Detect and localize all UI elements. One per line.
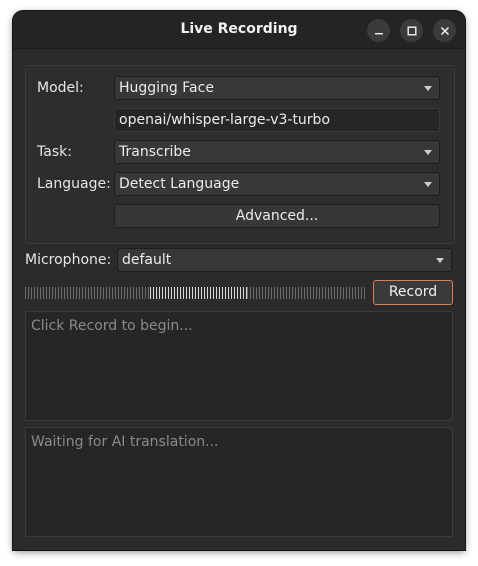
microphone-label: Microphone: (25, 252, 112, 268)
model-combobox[interactable]: Hugging Face (114, 76, 440, 100)
microphone-combobox[interactable]: default (117, 248, 452, 272)
minimize-button[interactable] (367, 19, 390, 42)
task-combobox[interactable]: Transcribe (114, 140, 440, 164)
transcript-placeholder: Click Record to begin... (31, 318, 193, 334)
close-button[interactable] (433, 19, 456, 42)
transcript-textarea[interactable]: Click Record to begin... (25, 311, 453, 421)
title-bar[interactable]: Live Recording (13, 11, 465, 49)
audio-level-active (150, 287, 247, 299)
language-label: Language: (37, 176, 111, 192)
chevron-down-icon (424, 86, 432, 91)
language-combobox-value: Detect Language (119, 176, 240, 192)
microphone-combobox-value: default (122, 252, 172, 268)
chevron-down-icon (424, 182, 432, 187)
model-id-value: openai/whisper-large-v3-turbo (119, 112, 331, 128)
maximize-button[interactable] (400, 19, 423, 42)
chevron-down-icon (436, 258, 444, 263)
translation-textarea[interactable]: Waiting for AI translation... (25, 427, 453, 537)
model-id-field[interactable]: openai/whisper-large-v3-turbo (114, 108, 440, 132)
window-title: Live Recording (180, 21, 298, 37)
task-combobox-value: Transcribe (119, 144, 191, 160)
audio-level-meter (25, 287, 367, 299)
model-label: Model: (37, 80, 84, 96)
live-recording-window: Live Recording Model: Hugging Face opena… (13, 11, 465, 550)
language-combobox[interactable]: Detect Language (114, 172, 440, 196)
chevron-down-icon (424, 150, 432, 155)
model-combobox-value: Hugging Face (119, 80, 214, 96)
minimize-icon (374, 32, 383, 34)
advanced-button[interactable]: Advanced... (114, 204, 440, 228)
close-icon (440, 26, 449, 35)
record-button[interactable]: Record (373, 280, 453, 305)
task-label: Task: (37, 144, 72, 160)
translation-placeholder: Waiting for AI translation... (31, 434, 219, 450)
maximize-icon (407, 26, 416, 35)
